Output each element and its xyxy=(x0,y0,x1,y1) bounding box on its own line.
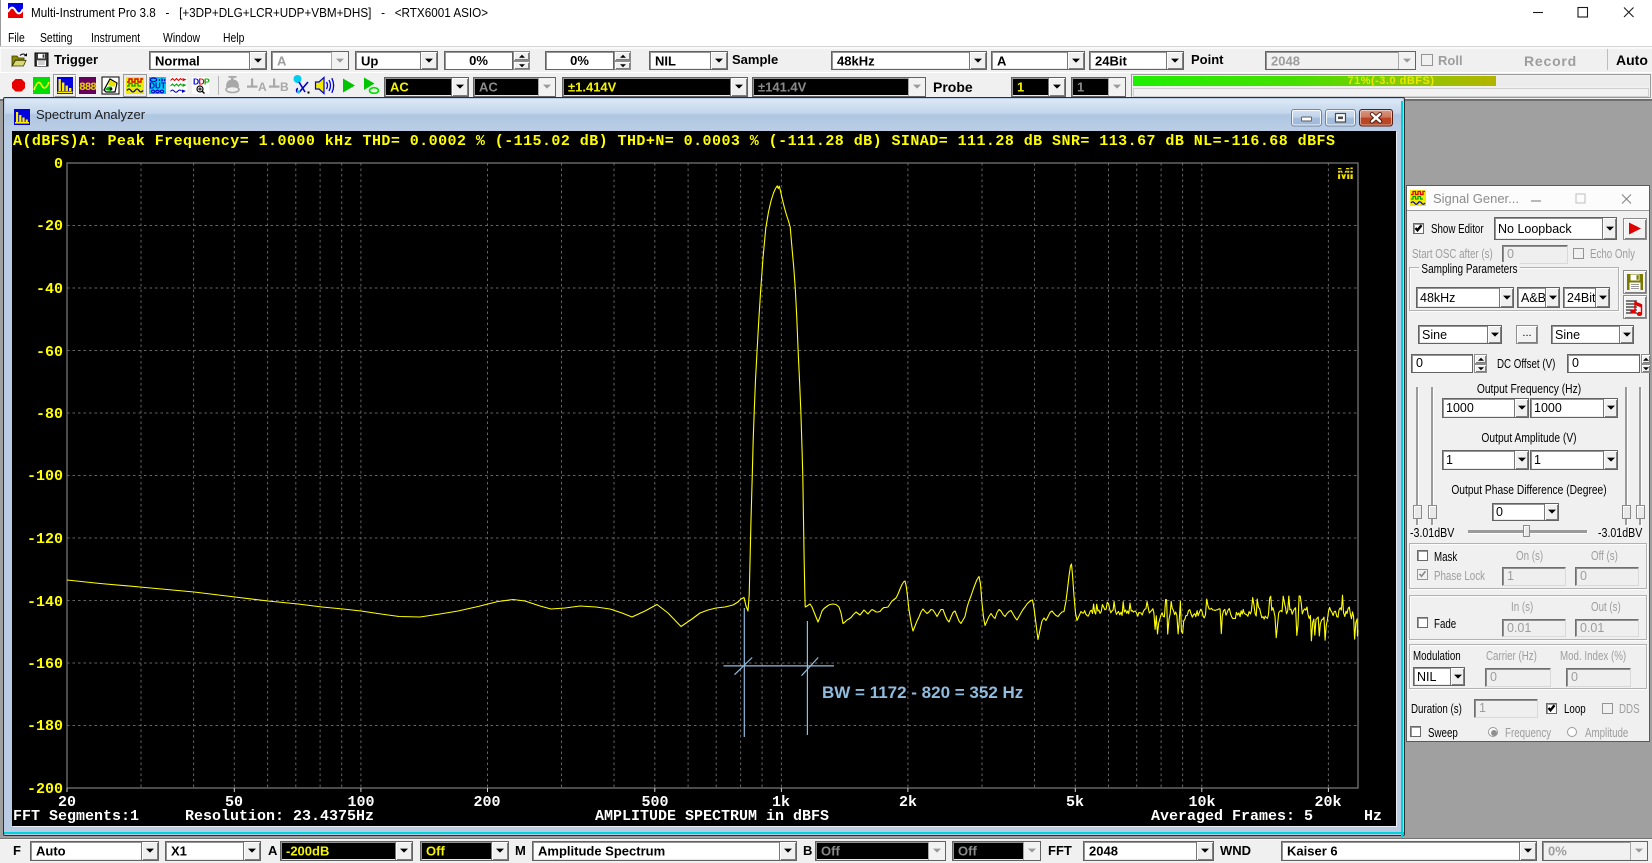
svg-text:FFT Segments:1: FFT Segments:1 xyxy=(13,808,139,825)
svg-text:-20: -20 xyxy=(36,218,63,235)
svg-text:DUT: DUT xyxy=(149,82,166,91)
svg-text:-40: -40 xyxy=(36,281,63,298)
svg-text:2k: 2k xyxy=(899,794,917,811)
svg-text:888: 888 xyxy=(79,82,97,94)
svg-text:-100: -100 xyxy=(27,468,63,485)
svg-text:0: 0 xyxy=(54,156,63,173)
svg-text:Hz: Hz xyxy=(1364,808,1382,825)
svg-text:5k: 5k xyxy=(1066,794,1084,811)
svg-text:-180: -180 xyxy=(27,718,63,735)
svg-text:B: B xyxy=(280,80,289,94)
svg-text:Resolution: 23.4375Hz: Resolution: 23.4375Hz xyxy=(185,808,374,825)
svg-text:BW = 1172 - 820 = 352 Hz: BW = 1172 - 820 = 352 Hz xyxy=(822,683,1023,702)
svg-text:A(dBFS)A: Peak Frequency= 1.0: A(dBFS)A: Peak Frequency= 1.0000 kHz THD… xyxy=(13,133,1335,150)
svg-text:20k: 20k xyxy=(1314,794,1341,811)
svg-text:-120: -120 xyxy=(27,531,63,548)
svg-text:-60: -60 xyxy=(36,344,63,361)
svg-text:A: A xyxy=(258,80,267,94)
svg-text:-140: -140 xyxy=(27,594,63,611)
svg-text:-160: -160 xyxy=(27,656,63,673)
svg-text:200: 200 xyxy=(473,794,500,811)
svg-text:Averaged Frames: 5: Averaged Frames: 5 xyxy=(1151,808,1313,825)
svg-text:AMPLITUDE SPECTRUM in dBFS: AMPLITUDE SPECTRUM in dBFS xyxy=(595,808,829,825)
svg-text:-80: -80 xyxy=(36,406,63,423)
svg-text:Mi: Mi xyxy=(1337,166,1353,183)
svg-text:P: P xyxy=(204,77,210,87)
